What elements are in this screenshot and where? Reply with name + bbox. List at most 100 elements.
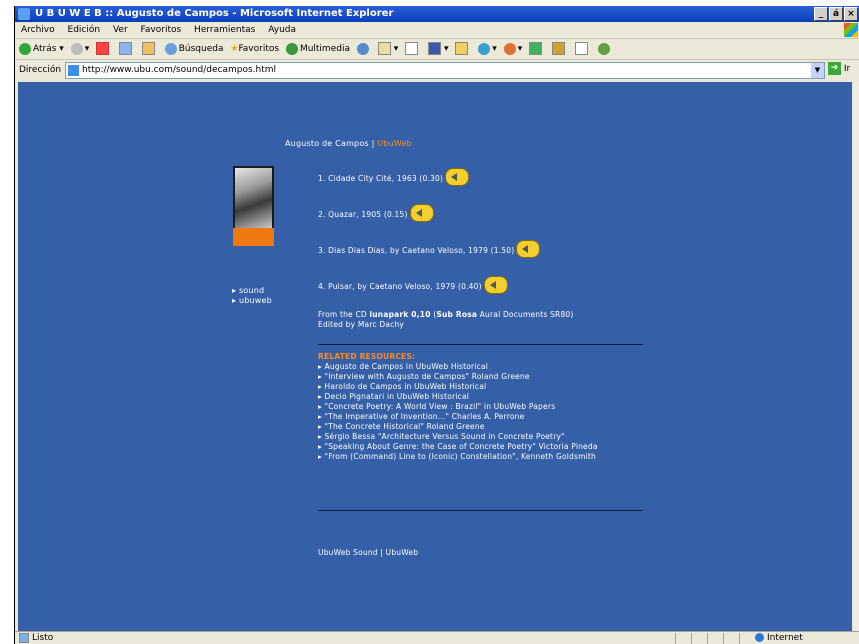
go-button[interactable]: ➔ Ir: [828, 62, 858, 77]
track-title[interactable]: 2. Quazar, 1905 (0.15): [318, 210, 408, 219]
footer-links[interactable]: UbuWeb Sound | UbuWeb: [318, 548, 418, 557]
menu-bar: Archivo Edición Ver Favoritos Herramient…: [15, 22, 859, 39]
word-icon: [428, 42, 442, 55]
favorites-button[interactable]: ★Favoritos: [230, 39, 279, 59]
album-info: From the CD lunapark 0,10 (Sub Rosa Aura…: [318, 310, 574, 329]
tools-button[interactable]: [551, 39, 568, 59]
portrait-photo: [235, 168, 272, 228]
extra-button[interactable]: [597, 39, 612, 59]
forward-button[interactable]: ▾: [70, 39, 89, 59]
mail-icon: [377, 42, 391, 55]
windows-logo-icon: [844, 23, 858, 37]
media-icon: [529, 42, 543, 55]
scrollbar[interactable]: [854, 82, 859, 631]
speaker-icon[interactable]: [445, 168, 470, 186]
menu-ver[interactable]: Ver: [113, 25, 128, 35]
divider: [318, 344, 643, 345]
address-dropdown-button[interactable]: ▼: [811, 63, 824, 78]
track-title[interactable]: 1. Cidade City Cité, 1963 (0.30): [318, 174, 443, 183]
research-icon: [503, 42, 516, 55]
related-link[interactable]: ▸ "The Imperative of Invention..." Charl…: [318, 412, 648, 422]
ie-icon: [18, 8, 30, 20]
related-link[interactable]: ▸ Sérgio Bessa "Architecture Versus Soun…: [318, 432, 648, 442]
address-label: Dirección: [19, 65, 62, 75]
menu-edicion[interactable]: Edición: [68, 25, 101, 35]
track-item: 2. Quazar, 1905 (0.15): [318, 204, 434, 224]
status-divider: [691, 633, 692, 644]
stop-button[interactable]: [96, 39, 112, 59]
search-button[interactable]: Búsqueda: [164, 39, 223, 59]
go-arrow-icon: ➔: [828, 62, 841, 75]
minimize-button[interactable]: _: [814, 7, 828, 21]
menu-archivo[interactable]: Archivo: [21, 25, 55, 35]
back-button[interactable]: Atrás ▾: [19, 39, 64, 59]
search-icon: [164, 42, 177, 55]
status-text: Listo: [19, 632, 53, 644]
home-button[interactable]: [141, 39, 158, 59]
track-item: 3. Dias Dias Dias, by Caetano Veloso, 19…: [318, 240, 541, 260]
address-input[interactable]: [82, 64, 802, 76]
history-button[interactable]: [356, 39, 371, 59]
side-nav: ▸ sound ▸ ubuweb: [232, 286, 272, 306]
status-divider: [675, 633, 676, 644]
edit-button[interactable]: ▾: [428, 39, 449, 59]
album-title: lunapark 0,10: [369, 310, 431, 319]
speaker-icon[interactable]: [409, 204, 434, 222]
artist-name: Augusto de Campos: [285, 139, 369, 148]
print-icon: [405, 42, 419, 55]
header-separator: |: [371, 139, 375, 148]
related-resources: RELATED RESOURCES: ▸ Augusto de Campos i…: [318, 352, 648, 462]
address-field[interactable]: ▼: [65, 62, 825, 79]
ubuweb-nav-link[interactable]: ▸ ubuweb: [232, 296, 272, 306]
menu-favoritos[interactable]: Favoritos: [141, 25, 182, 35]
stop-icon: [96, 42, 110, 55]
related-link[interactable]: ▸ "Concrete Poetry: A World View : Brazi…: [318, 402, 648, 412]
mail-button[interactable]: ▾: [377, 39, 398, 59]
media-button[interactable]: [529, 39, 545, 59]
related-link[interactable]: ▸ "Speaking About Genre: the Case of Con…: [318, 442, 648, 452]
track-title[interactable]: 4. Pulsar, by Caetano Veloso, 1979 (0.40…: [318, 282, 482, 291]
related-link[interactable]: ▸ Augusto de Campos in UbuWeb Historical: [318, 362, 648, 372]
security-zone: Internet: [755, 632, 803, 644]
title-bar: U B U W E B :: Augusto de Campos - Micro…: [15, 6, 859, 22]
print-button[interactable]: [405, 39, 421, 59]
forward-arrow-icon: [70, 42, 83, 55]
refresh-button[interactable]: [118, 39, 135, 59]
close-button[interactable]: ×: [844, 7, 858, 21]
messenger-icon: [478, 42, 491, 55]
page-header: Augusto de Campos | UbuWeb: [285, 139, 412, 148]
back-arrow-icon: [19, 42, 31, 55]
discuss-button[interactable]: [455, 39, 471, 59]
menu-ayuda[interactable]: Ayuda: [268, 25, 296, 35]
label-link[interactable]: Sub Rosa: [436, 310, 477, 319]
page-icon: [68, 65, 79, 76]
globe-icon: [755, 633, 764, 642]
related-link[interactable]: ▸ "Interview with Augusto de Campos" Rol…: [318, 372, 648, 382]
speaker-icon[interactable]: [516, 240, 541, 258]
discuss-icon: [455, 42, 469, 55]
maximize-button[interactable]: á: [829, 7, 843, 21]
related-link[interactable]: ▸ "From (Command) Line to (Iconic) Const…: [318, 452, 648, 462]
edited-by: Edited by Marc Dachy: [318, 320, 405, 329]
track-item: 1. Cidade City Cité, 1963 (0.30): [318, 168, 470, 188]
menu-herramientas[interactable]: Herramientas: [194, 25, 255, 35]
artist-portrait: [233, 166, 274, 246]
related-link[interactable]: ▸ "The Concrete Historical" Roland Green…: [318, 422, 648, 432]
browser-window: U B U W E B :: Augusto de Campos - Micro…: [14, 6, 859, 644]
messenger-button[interactable]: ▾: [478, 39, 497, 59]
track-title[interactable]: 3. Dias Dias Dias, by Caetano Veloso, 19…: [318, 246, 514, 255]
sound-link[interactable]: ▸ sound: [232, 286, 272, 296]
speaker-icon[interactable]: [483, 276, 508, 294]
research-button[interactable]: ▾: [503, 39, 522, 59]
portrait-orange-bar: [233, 228, 274, 246]
history-icon: [356, 42, 369, 55]
divider: [318, 510, 643, 511]
ubuweb-link[interactable]: UbuWeb: [377, 139, 412, 148]
copy-icon: [574, 42, 588, 55]
multimedia-icon: [285, 42, 298, 55]
related-link[interactable]: ▸ Decio Pignatari in UbuWeb Historical: [318, 392, 648, 402]
related-link[interactable]: ▸ Haroldo de Campos in UbuWeb Historical: [318, 382, 648, 392]
multimedia-button[interactable]: Multimedia: [285, 39, 350, 59]
window-title: U B U W E B :: Augusto de Campos - Micro…: [35, 8, 394, 19]
copy-button[interactable]: [574, 39, 591, 59]
